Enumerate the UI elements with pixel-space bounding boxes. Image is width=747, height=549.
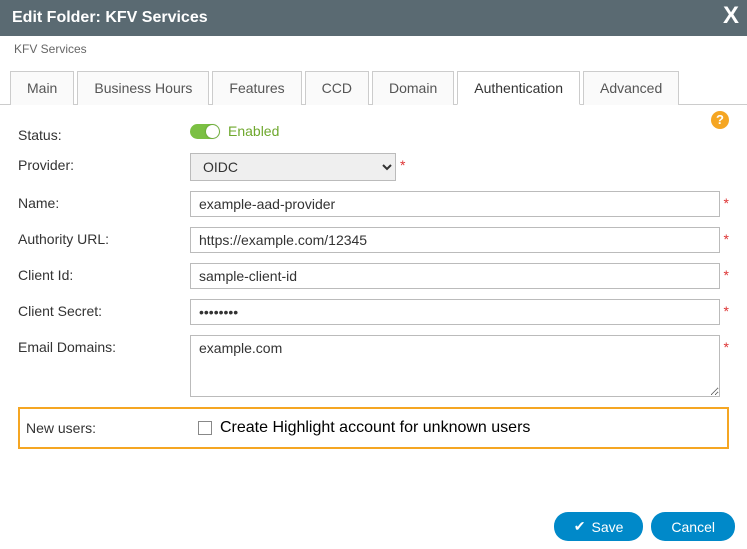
emaildomains-label: Email Domains: xyxy=(18,335,190,355)
help-icon[interactable]: ? xyxy=(711,111,729,129)
dialog-footer: ✔ Save Cancel xyxy=(554,512,735,541)
status-toggle[interactable] xyxy=(190,124,220,139)
required-mark: * xyxy=(724,267,729,283)
tab-advanced[interactable]: Advanced xyxy=(583,71,679,105)
tab-business-hours[interactable]: Business Hours xyxy=(77,71,209,105)
newusers-checkbox[interactable] xyxy=(198,421,212,435)
breadcrumb: KFV Services xyxy=(0,36,747,62)
name-label: Name: xyxy=(18,191,190,211)
tab-authentication[interactable]: Authentication xyxy=(457,71,580,105)
secret-input[interactable] xyxy=(190,299,720,325)
name-input[interactable] xyxy=(190,191,720,217)
close-icon[interactable]: X xyxy=(723,2,739,30)
save-button[interactable]: ✔ Save xyxy=(554,512,644,541)
titlebar: Edit Folder: KFV Services xyxy=(0,0,747,36)
check-icon: ✔ xyxy=(574,518,586,535)
required-mark: * xyxy=(724,231,729,247)
newusers-checkbox-label: Create Highlight account for unknown use… xyxy=(220,419,530,437)
required-mark: * xyxy=(724,303,729,319)
emaildomains-input[interactable] xyxy=(190,335,720,397)
secret-label: Client Secret: xyxy=(18,299,190,319)
provider-label: Provider: xyxy=(18,153,190,173)
tab-features[interactable]: Features xyxy=(212,71,301,105)
status-value: Enabled xyxy=(228,123,279,139)
authority-input[interactable] xyxy=(190,227,720,253)
dialog-title: Edit Folder: KFV Services xyxy=(12,9,208,27)
tab-main[interactable]: Main xyxy=(10,71,74,105)
newusers-label: New users: xyxy=(26,420,198,436)
new-users-highlight: New users: Create Highlight account for … xyxy=(18,407,729,449)
status-label: Status: xyxy=(18,123,190,143)
save-button-label: Save xyxy=(591,519,623,535)
clientid-input[interactable] xyxy=(190,263,720,289)
provider-select[interactable]: OIDC xyxy=(190,153,396,181)
required-mark: * xyxy=(724,339,729,355)
cancel-button[interactable]: Cancel xyxy=(651,512,735,541)
cancel-button-label: Cancel xyxy=(671,519,715,535)
clientid-label: Client Id: xyxy=(18,263,190,283)
form-panel: ? Status: Enabled Provider: OIDC * Name:… xyxy=(0,105,747,457)
tab-ccd[interactable]: CCD xyxy=(305,71,369,105)
required-mark: * xyxy=(724,195,729,211)
tab-domain[interactable]: Domain xyxy=(372,71,454,105)
authority-label: Authority URL: xyxy=(18,227,190,247)
required-mark: * xyxy=(400,157,405,173)
tab-bar: Main Business Hours Features CCD Domain … xyxy=(0,66,747,105)
